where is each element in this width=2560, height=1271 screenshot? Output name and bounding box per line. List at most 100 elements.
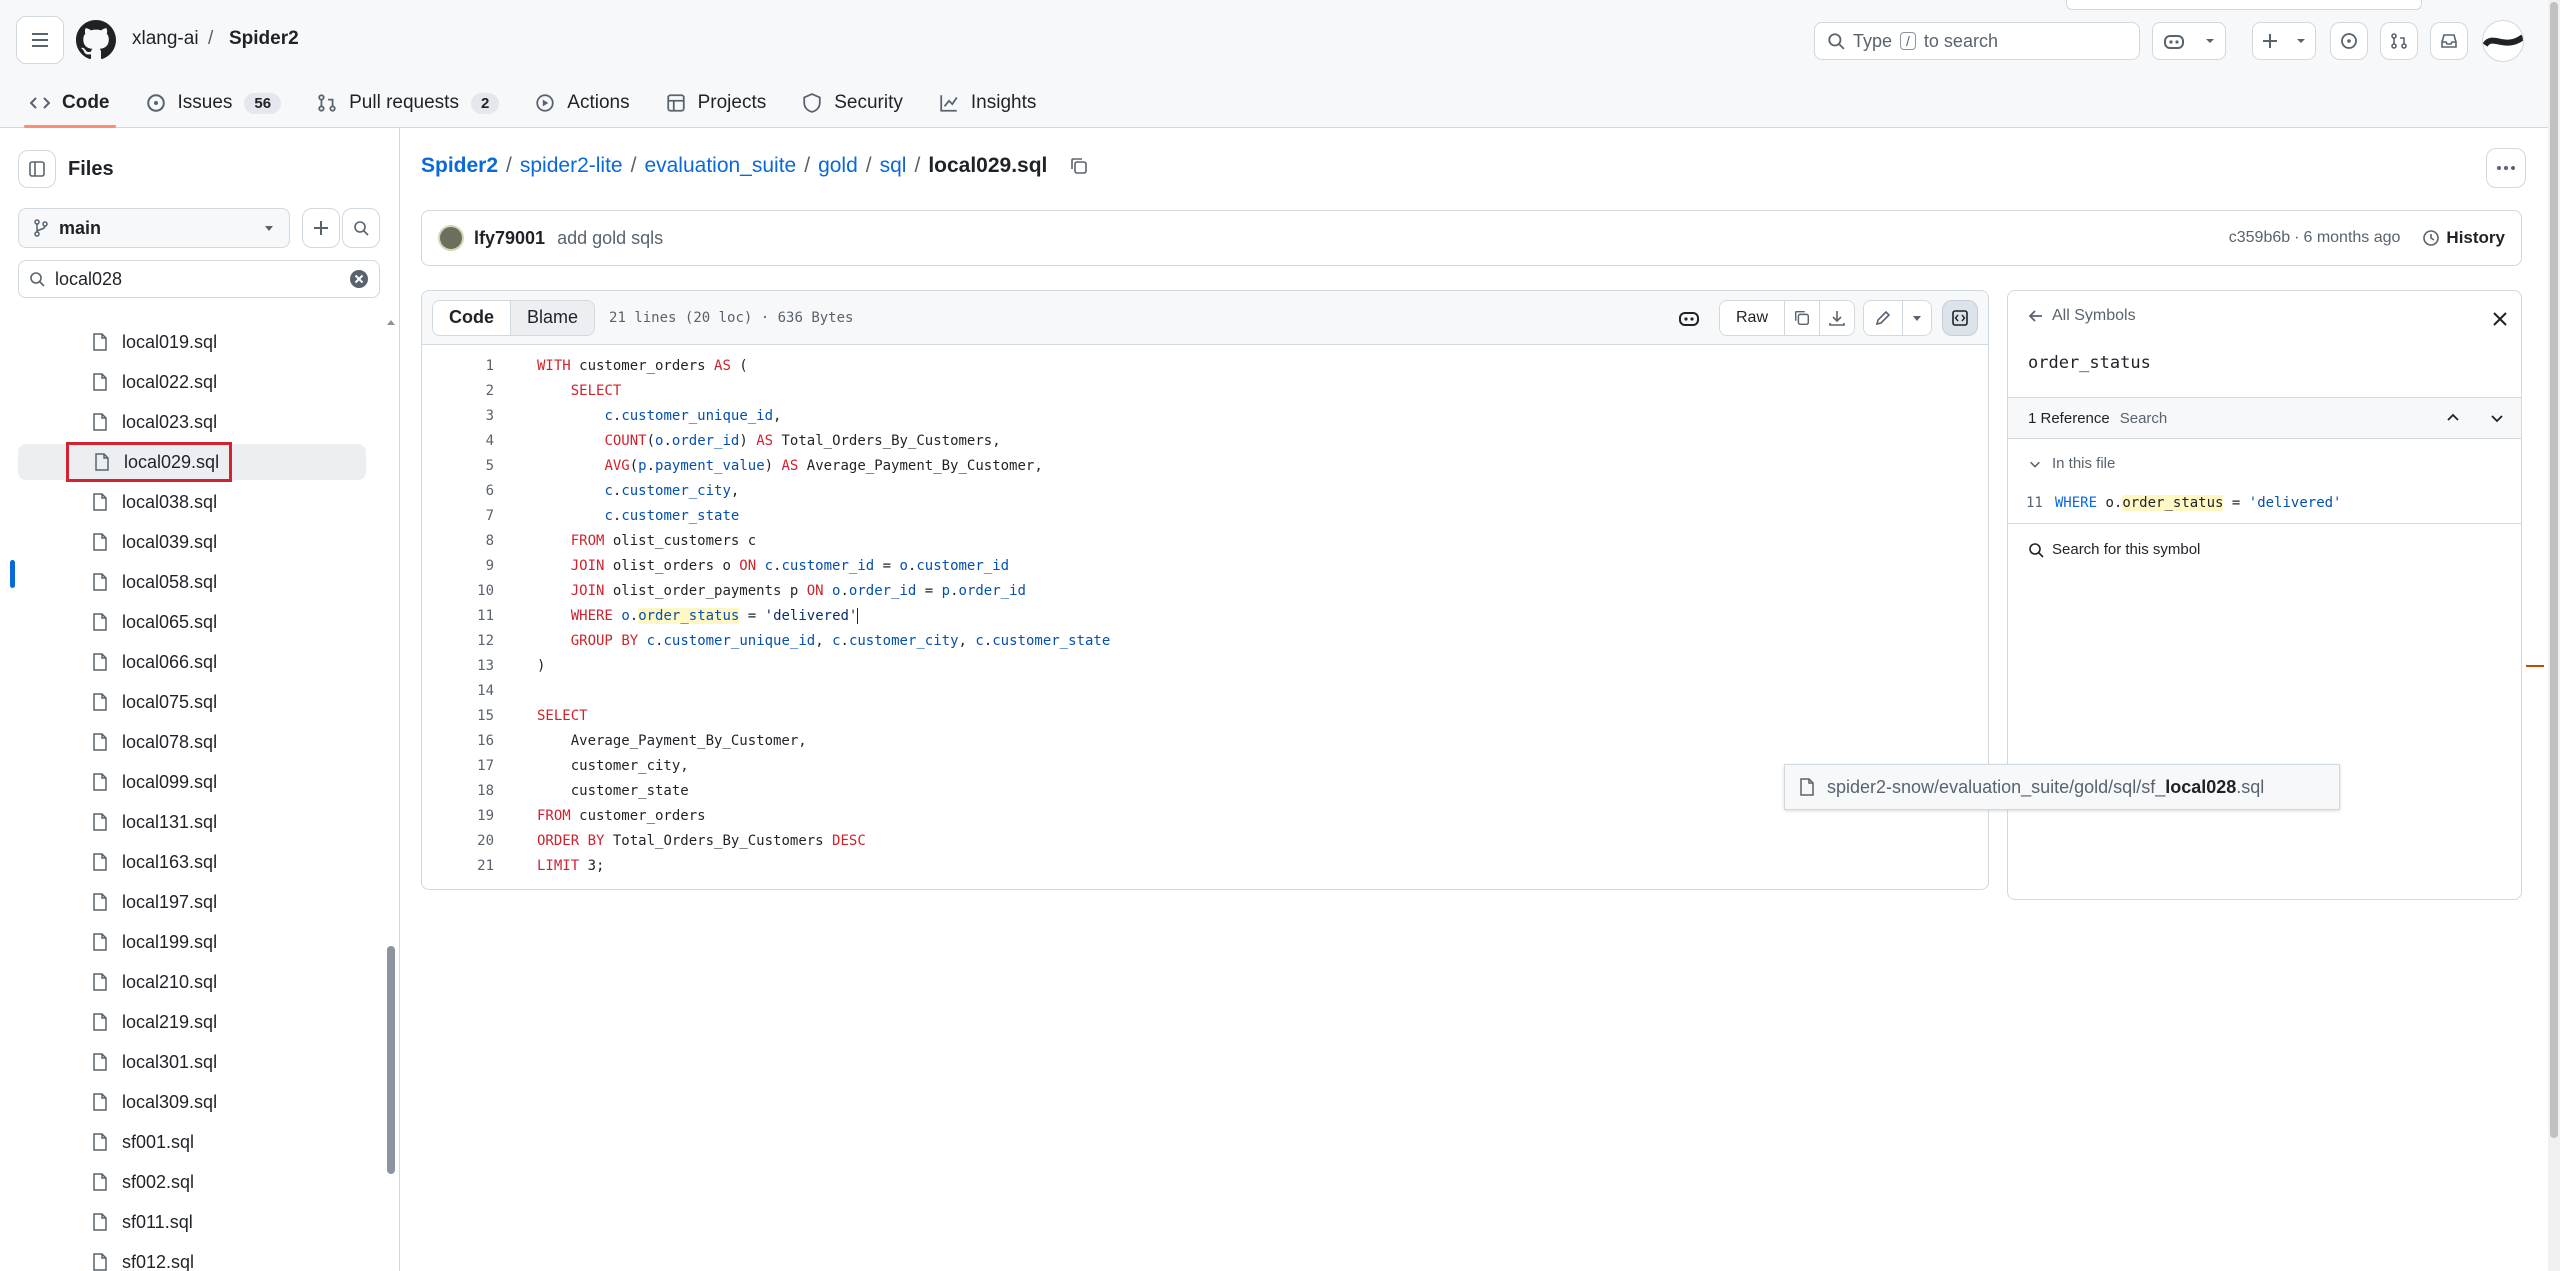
raw-button[interactable]: Raw xyxy=(1719,300,1785,335)
download-button[interactable] xyxy=(1820,300,1854,335)
code-line[interactable]: 16 Average_Payment_By_Customer, xyxy=(422,728,1988,753)
code-line[interactable]: 19 FROM customer_orders xyxy=(422,803,1988,828)
code-line[interactable]: 8 FROM olist_customers c xyxy=(422,528,1988,553)
code-line[interactable]: 12 GROUP BY c.customer_unique_id, c.cust… xyxy=(422,628,1988,653)
edit-file-button[interactable] xyxy=(1864,300,1903,335)
copilot-button[interactable] xyxy=(2152,22,2226,60)
file-tree-item[interactable]: local163.sql xyxy=(62,844,362,880)
copy-path-icon[interactable] xyxy=(1069,156,1089,176)
file-tree-item[interactable]: local309.sql xyxy=(62,1084,362,1120)
page-scrollbar-thumb[interactable] xyxy=(2550,2,2558,1138)
file-tree-item[interactable]: local066.sql xyxy=(62,644,362,680)
all-symbols-link[interactable]: All Symbols xyxy=(2028,307,2136,325)
line-number[interactable]: 15 xyxy=(422,708,494,724)
create-new-button[interactable] xyxy=(2252,22,2316,60)
history-button[interactable]: History xyxy=(2446,228,2505,248)
clear-filter-icon[interactable] xyxy=(349,269,369,289)
file-tree-item[interactable]: local022.sql xyxy=(62,364,362,400)
file-tree-item[interactable]: local301.sql xyxy=(62,1044,362,1080)
code-line[interactable]: 9 JOIN olist_orders o ON c.customer_id =… xyxy=(422,553,1988,578)
line-number[interactable]: 8 xyxy=(422,533,494,549)
code-line[interactable]: 14 xyxy=(422,678,1988,703)
more-options-button[interactable] xyxy=(2486,148,2526,188)
author-avatar[interactable] xyxy=(438,225,464,251)
code-line[interactable]: 21 LIMIT 3; xyxy=(422,853,1988,878)
code-line[interactable]: 3 c.customer_unique_id, xyxy=(422,403,1988,428)
line-number[interactable]: 21 xyxy=(422,858,494,874)
branch-selector[interactable]: main xyxy=(18,208,290,248)
code-line[interactable]: 1 WITH customer_orders AS ( xyxy=(422,353,1988,378)
line-number[interactable]: 6 xyxy=(422,483,494,499)
line-number[interactable]: 19 xyxy=(422,808,494,824)
file-tree-item[interactable]: local131.sql xyxy=(62,804,362,840)
line-number[interactable]: 16 xyxy=(422,733,494,749)
file-tree-item[interactable]: local039.sql xyxy=(62,524,362,560)
tab-insights[interactable]: Insights xyxy=(925,79,1050,127)
chevron-down-icon[interactable] xyxy=(2489,410,2505,426)
scroll-up-arrow-icon[interactable] xyxy=(386,318,396,328)
file-tree-item[interactable]: sf002.sql xyxy=(62,1164,362,1200)
menu-button[interactable] xyxy=(16,16,64,64)
code-line[interactable]: 4 COUNT(o.order_id) AS Total_Orders_By_C… xyxy=(422,428,1988,453)
edit-dropdown-button[interactable] xyxy=(1903,300,1931,335)
copy-raw-button[interactable] xyxy=(1785,300,1820,335)
line-number[interactable]: 20 xyxy=(422,833,494,849)
line-number[interactable]: 1 xyxy=(422,358,494,374)
code-line[interactable]: 7 c.customer_state xyxy=(422,503,1988,528)
file-tree-item[interactable]: local019.sql xyxy=(62,324,362,360)
line-number[interactable]: 9 xyxy=(422,558,494,574)
file-search-result-popup[interactable]: spider2-snow/evaluation_suite/gold/sql/s… xyxy=(1784,764,2340,810)
line-number[interactable]: 2 xyxy=(422,383,494,399)
breadcrumb-dir-evaluation-suite[interactable]: evaluation_suite xyxy=(644,154,796,178)
file-tree-item[interactable]: local099.sql xyxy=(62,764,362,800)
blame-view-tab[interactable]: Blame xyxy=(511,300,595,335)
file-tree-item[interactable]: local058.sql xyxy=(62,564,362,600)
commit-message[interactable]: add gold sqls xyxy=(557,228,2229,249)
copilot-ask-button[interactable] xyxy=(1671,300,1707,336)
code-line[interactable]: 2 SELECT xyxy=(422,378,1988,403)
tab-issues[interactable]: Issues 56 xyxy=(132,79,296,127)
line-number[interactable]: 10 xyxy=(422,583,494,599)
line-number[interactable]: 4 xyxy=(422,433,494,449)
line-number[interactable]: 5 xyxy=(422,458,494,474)
search-input[interactable]: Type / to search xyxy=(1814,22,2140,60)
page-scrollbar[interactable] xyxy=(2548,0,2560,1271)
code-lines[interactable]: 1 WITH customer_orders AS (2 SELECT 3 c.cu… xyxy=(422,353,1988,878)
repo-link[interactable]: Spider2 xyxy=(229,28,299,50)
code-line[interactable]: 5 AVG(p.payment_value) AS Average_Paymen… xyxy=(422,453,1988,478)
code-line[interactable]: 10 JOIN olist_order_payments p ON o.orde… xyxy=(422,578,1988,603)
chevron-up-icon[interactable] xyxy=(2445,410,2461,426)
code-line[interactable]: 18 customer_state xyxy=(422,778,1988,803)
avatar[interactable] xyxy=(2482,20,2524,62)
file-tree-item[interactable]: sf001.sql xyxy=(62,1124,362,1160)
line-number[interactable]: 18 xyxy=(422,783,494,799)
commit-sha[interactable]: c359b6b xyxy=(2229,229,2290,247)
code-line[interactable]: 20 ORDER BY Total_Orders_By_Customers DES… xyxy=(422,828,1988,853)
line-number[interactable]: 17 xyxy=(422,758,494,774)
breadcrumb-dir-gold[interactable]: gold xyxy=(818,154,858,178)
code-line[interactable]: 6 c.customer_city, xyxy=(422,478,1988,503)
code-line[interactable]: 11 WHERE o.order_status = 'delivered' xyxy=(422,603,1988,628)
tab-security[interactable]: Security xyxy=(788,79,917,127)
tab-pull-requests[interactable]: Pull requests 2 xyxy=(303,79,513,127)
github-logo-icon[interactable] xyxy=(76,20,116,60)
breadcrumb-dir-spider2-lite[interactable]: spider2-lite xyxy=(520,154,623,178)
line-number[interactable]: 3 xyxy=(422,408,494,424)
file-tree-item[interactable]: local023.sql xyxy=(62,404,362,440)
file-tree-item[interactable]: local197.sql xyxy=(62,884,362,920)
file-tree-item[interactable]: local065.sql xyxy=(62,604,362,640)
close-icon[interactable] xyxy=(2492,311,2508,327)
file-tree-item[interactable]: local219.sql xyxy=(62,1004,362,1040)
file-tree-item[interactable]: sf012.sql xyxy=(62,1244,362,1271)
symbols-panel-toggle[interactable] xyxy=(1942,299,1978,336)
line-number[interactable]: 11 xyxy=(422,608,494,624)
search-files-button[interactable] xyxy=(342,208,380,248)
tab-projects[interactable]: Projects xyxy=(652,79,781,127)
line-number[interactable]: 12 xyxy=(422,633,494,649)
commit-author[interactable]: lfy79001 xyxy=(474,228,545,249)
file-tree-item[interactable]: local038.sql xyxy=(62,484,362,520)
owner-link[interactable]: xlang-ai xyxy=(132,28,199,50)
file-filter-input[interactable]: local028 xyxy=(18,260,380,298)
reference-search-input[interactable]: Search xyxy=(2120,410,2445,427)
tab-actions[interactable]: Actions xyxy=(521,79,643,127)
